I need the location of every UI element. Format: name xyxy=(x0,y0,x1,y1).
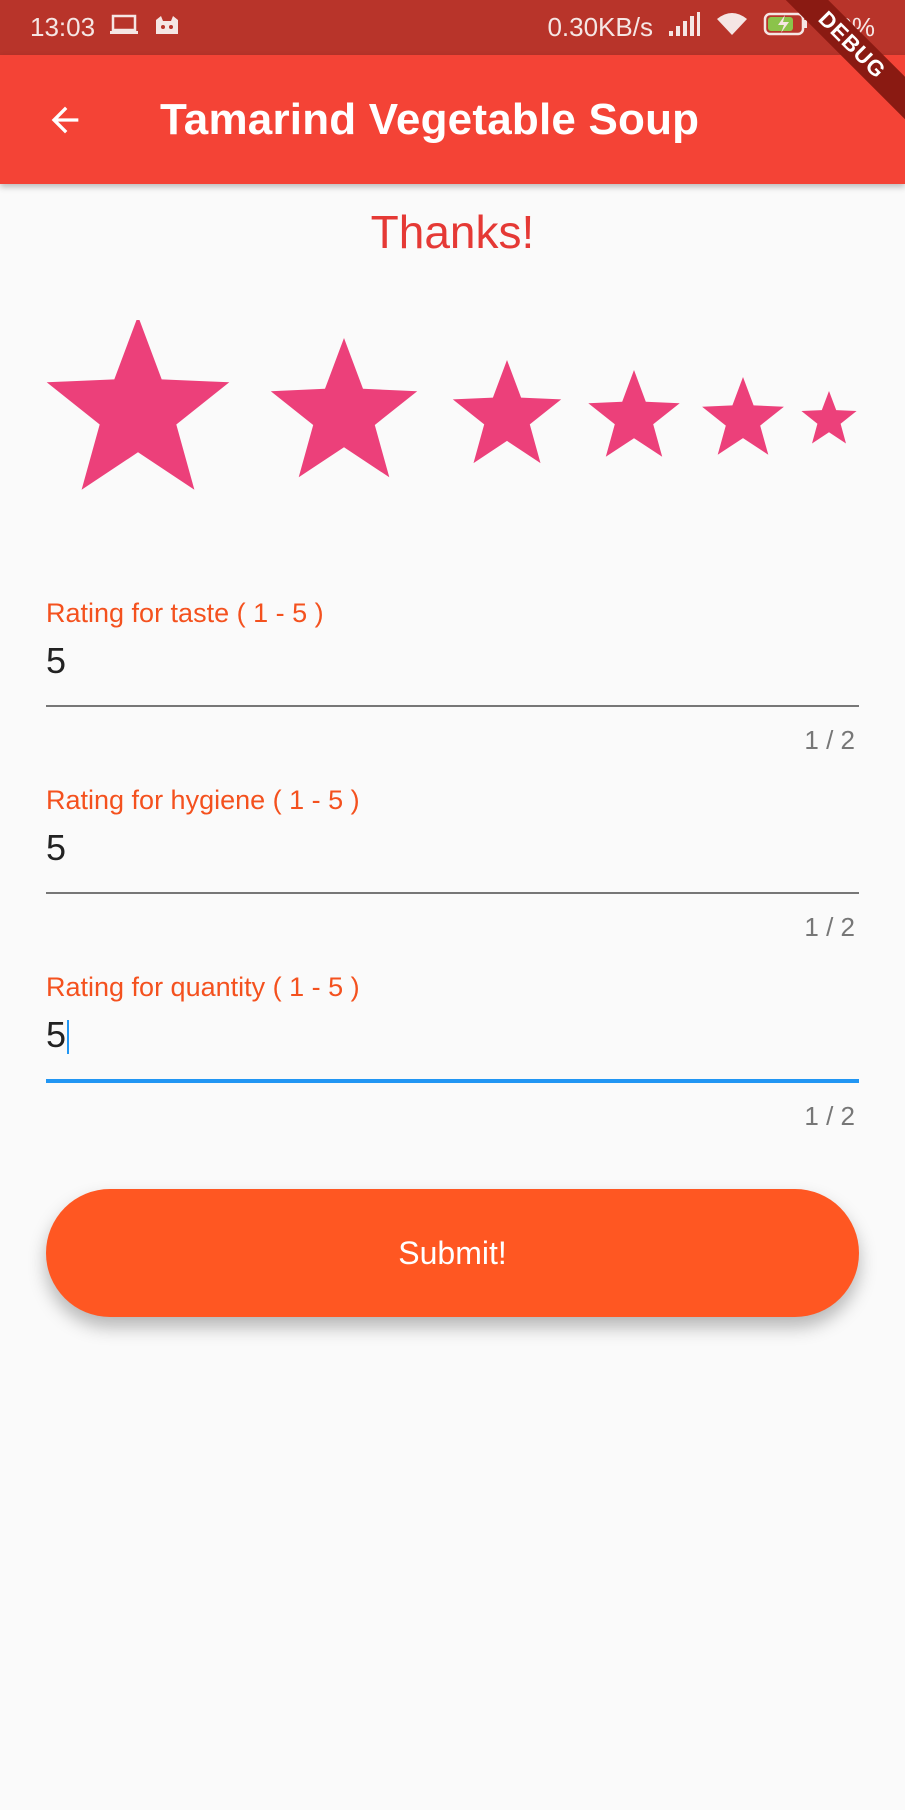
thanks-message: Thanks! xyxy=(370,206,535,258)
star-icon[interactable] xyxy=(702,377,784,455)
battery-level: 68% xyxy=(822,12,875,42)
taste-rating-label: Rating for taste ( 1 - 5 ) xyxy=(46,598,324,628)
status-time: 13:03 xyxy=(30,12,96,42)
back-button[interactable] xyxy=(30,85,100,155)
submit-button[interactable]: Submit! xyxy=(46,1189,859,1317)
star-icon[interactable] xyxy=(270,338,418,478)
status-bar: 13:03 0.30KB/s 68% xyxy=(0,0,905,55)
quantity-rating-input[interactable]: 5 xyxy=(46,1013,859,1057)
taste-rating-counter: 1 / 2 xyxy=(804,725,855,755)
hygiene-rating-counter: 1 / 2 xyxy=(804,912,855,942)
star-icon[interactable] xyxy=(801,391,857,444)
star-icon[interactable] xyxy=(46,320,230,490)
laptop-icon xyxy=(109,12,139,43)
quantity-rating-counter: 1 / 2 xyxy=(804,1101,855,1131)
hygiene-rating-label: Rating for hygiene ( 1 - 5 ) xyxy=(46,785,360,815)
cat-icon xyxy=(153,12,181,43)
hygiene-rating-input[interactable]: 5 xyxy=(46,826,859,870)
wifi-icon xyxy=(715,11,749,44)
text-cursor xyxy=(67,1020,70,1055)
battery-charging-icon xyxy=(763,11,809,44)
quantity-rating-underline xyxy=(46,1079,859,1083)
hygiene-rating-field[interactable]: Rating for hygiene ( 1 - 5 ) 5 1 / 2 xyxy=(46,785,859,943)
taste-rating-input[interactable]: 5 xyxy=(46,639,859,683)
taste-rating-underline xyxy=(46,705,859,707)
quantity-rating-value: 5 xyxy=(46,1014,67,1055)
arrow-back-icon xyxy=(51,106,79,133)
taste-rating-field[interactable]: Rating for taste ( 1 - 5 ) 5 1 / 2 xyxy=(46,598,859,756)
rating-stars xyxy=(46,320,857,490)
hygiene-rating-underline xyxy=(46,892,859,894)
star-icon[interactable] xyxy=(452,360,562,464)
net-speed: 0.30KB/s xyxy=(547,12,653,42)
page-title: Tamarind Vegetable Soup xyxy=(160,94,700,144)
star-icon[interactable] xyxy=(588,370,680,457)
quantity-rating-field[interactable]: Rating for quantity ( 1 - 5 ) 5 1 / 2 xyxy=(46,972,859,1132)
signal-icon xyxy=(667,11,701,44)
quantity-rating-label: Rating for quantity ( 1 - 5 ) xyxy=(46,972,360,1002)
app-bar: Tamarind Vegetable Soup xyxy=(0,55,905,184)
